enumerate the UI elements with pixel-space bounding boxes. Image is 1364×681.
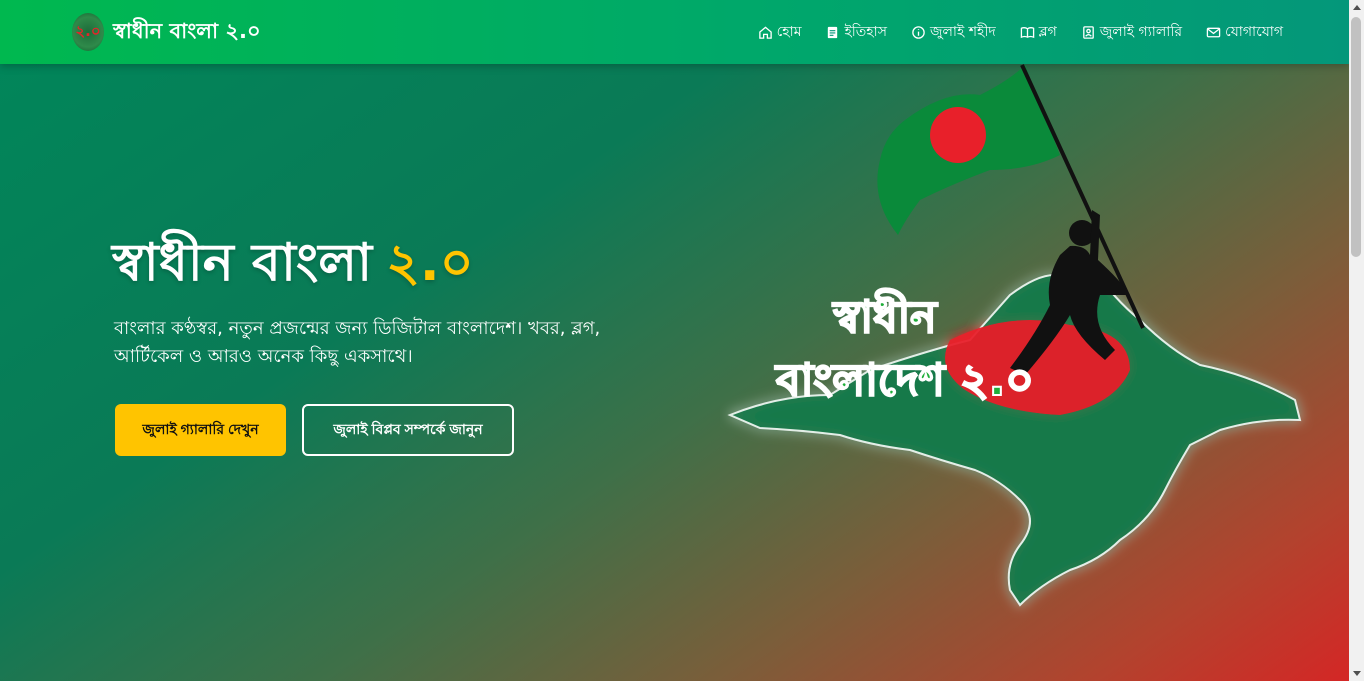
nav-item-blog[interactable]: ব্লগ — [1020, 20, 1057, 44]
nav-item-label: ইতিহাস — [844, 24, 887, 40]
nav-item-history[interactable]: ইতিহাস — [825, 20, 887, 44]
scroll-up-icon[interactable] — [1353, 5, 1361, 10]
nav-item-home[interactable]: হোম — [758, 20, 802, 44]
nav-item-label: ব্লগ — [1038, 24, 1057, 40]
scroll-thumb[interactable] — [1351, 17, 1361, 257]
nav-item-contact[interactable]: যোগাযোগ — [1206, 20, 1283, 44]
hero-description: বাংলার কণ্ঠস্বর, নতুন প্রজন্মের জন্য ডিজ… — [114, 318, 601, 367]
illustration-text-line2: বাংলাদেশ ২.০ — [774, 355, 1034, 406]
nav-item-label: হোম — [776, 24, 802, 40]
nav-item-label: যোগাযোগ — [1225, 24, 1283, 40]
nav-item-label: জুলাই শহীদ — [929, 24, 996, 40]
brand-logo[interactable]: ২.০ — [72, 13, 104, 51]
book-icon — [1020, 26, 1034, 38]
nav-item-july-martyrs[interactable]: জুলাই শহীদ — [911, 20, 996, 44]
mail-icon — [1206, 27, 1221, 37]
hero-illustration: স্বাধীন বাংলাদেশ ২.০ — [727, 64, 1302, 607]
vertical-scrollbar[interactable] — [1349, 0, 1364, 681]
nav-item-label: জুলাই গ্যালারি — [1099, 24, 1183, 40]
brand-title[interactable]: স্বাধীন বাংলা ২.০ — [113, 15, 261, 50]
july-gallery-button[interactable]: জুলাই গ্যালারি দেখুন — [115, 404, 286, 456]
hero-title: স্বাধীন বাংলা ২.০ — [112, 222, 474, 309]
hero-title-main: স্বাধীন বাংলা — [112, 233, 373, 293]
gallery-icon — [1082, 25, 1094, 39]
july-revolution-button[interactable]: জুলাই বিপ্লব সম্পর্কে জানুন — [302, 404, 514, 456]
nav-item-july-gallery[interactable]: জুলাই গ্যালারি — [1081, 20, 1182, 44]
brand[interactable]: ২.০ স্বাধীন বাংলা ২.০ — [72, 13, 261, 51]
home-icon — [758, 25, 772, 39]
illustration-text-line1: স্বাধীন — [831, 288, 938, 343]
hero-title-accent: ২.০ — [386, 233, 474, 293]
document-icon — [828, 26, 838, 38]
bangladesh-map — [727, 263, 1302, 607]
nav-links: হোম ইতিহাস জুলাই শহীদ ব্লগ জুলাই গ্যালার… — [758, 20, 1283, 44]
scroll-down-icon[interactable] — [1353, 671, 1361, 676]
info-icon — [912, 25, 925, 39]
